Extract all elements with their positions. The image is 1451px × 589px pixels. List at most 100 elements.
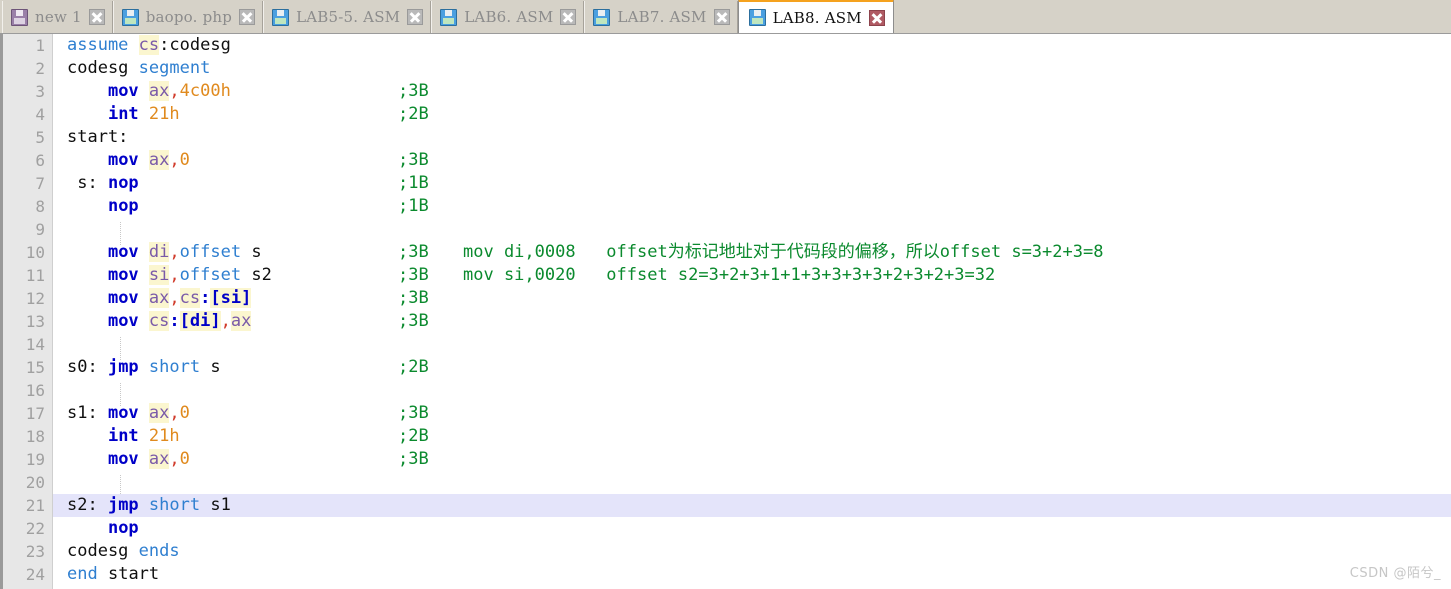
token-keyword: ends [138, 541, 180, 561]
token-punct: , [169, 288, 180, 308]
floppy-disk-icon [593, 8, 611, 26]
token-number: 0 [179, 403, 190, 423]
code-line[interactable] [53, 471, 1451, 494]
code-line[interactable]: assume cs:codesg [53, 34, 1451, 57]
line-number: 6 [35, 151, 45, 170]
line-number: 18 [25, 427, 45, 446]
token-mnemonic: jmp [107, 495, 139, 515]
code-line[interactable]: mov si,offset s2 ;3B mov si,0020 offset s2… [53, 264, 1451, 287]
tab-lab7-asm[interactable]: LAB7. ASM [584, 1, 738, 33]
code-line[interactable]: s: nop ;1B [53, 172, 1451, 195]
code-comment: ;3B [398, 288, 429, 308]
code-line-current[interactable]: s2: jmp short s1 [53, 494, 1451, 517]
floppy-disk-icon [748, 9, 766, 26]
line-number: 19 [25, 450, 45, 469]
line-number: 4 [35, 105, 45, 124]
tab-label: new 1 [35, 8, 82, 26]
code-line[interactable]: end start [53, 563, 1451, 586]
token-number: 21h [148, 104, 180, 124]
token-label: start: [67, 127, 129, 147]
code-line[interactable] [53, 218, 1451, 241]
token-mnemonic: int [107, 104, 139, 124]
code-line[interactable]: int 21h ;2B [53, 425, 1451, 448]
line-number: 8 [35, 197, 45, 216]
tab-lab6-asm[interactable]: LAB6. ASM [431, 1, 585, 33]
close-icon[interactable] [407, 9, 424, 25]
code-content[interactable]: assume cs:codesg codesg segment mov ax,4… [53, 34, 1451, 589]
line-number: 23 [25, 542, 45, 561]
code-line[interactable]: mov di,offset s ;3B mov di,0008 offset为标记地… [53, 241, 1451, 264]
token-number: 0 [179, 150, 190, 170]
token-number: 21h [148, 426, 180, 446]
line-number: 12 [25, 289, 45, 308]
code-comment: ;3B [398, 242, 429, 262]
code-line[interactable]: mov ax,0 ;3B [53, 149, 1451, 172]
token-register: si [148, 265, 170, 285]
code-line[interactable]: nop [53, 517, 1451, 540]
line-number: 14 [25, 335, 45, 354]
line-number-gutter: 1 2 3 4 5 6 7 8 9 10 11 12 13 14 15 16 1… [0, 34, 53, 589]
line-number: 2 [35, 59, 45, 78]
tab-lab8-asm[interactable]: LAB8. ASM [737, 0, 894, 33]
close-icon[interactable] [88, 9, 105, 25]
code-line[interactable]: s0: jmp short s ;2B [53, 356, 1451, 379]
code-line[interactable]: start: [53, 126, 1451, 149]
close-icon[interactable] [868, 9, 885, 26]
code-line[interactable] [53, 379, 1451, 402]
code-line[interactable]: mov ax,cs:[si] ;3B [53, 287, 1451, 310]
code-editor[interactable]: 1 2 3 4 5 6 7 8 9 10 11 12 13 14 15 16 1… [0, 34, 1451, 589]
code-line[interactable]: mov ax,4c00h ;3B [53, 80, 1451, 103]
token-label: s0: [67, 357, 108, 377]
token-keyword: segment [138, 58, 211, 78]
close-icon[interactable] [239, 9, 256, 25]
token-memory-operand: [si] [210, 288, 252, 308]
token-punct: , [169, 403, 180, 423]
tab-bar: new 1 baopo. php LAB5-5. ASM LAB6. ASM L… [0, 0, 1451, 34]
floppy-disk-icon [440, 8, 458, 26]
code-line[interactable]: codesg ends [53, 540, 1451, 563]
floppy-disk-icon [11, 8, 28, 26]
code-comment: ;1B [398, 196, 429, 216]
tab-baopo-php[interactable]: baopo. php [112, 1, 264, 33]
token-label: s: [67, 173, 108, 193]
code-comment-note: mov di,0008 offset为标记地址对于代码段的偏移，所以offset… [463, 242, 1104, 262]
code-comment-note: mov si,0020 offset s2=3+2+3+1+1+3+3+3+3+… [463, 265, 996, 285]
line-numbers: 1 2 3 4 5 6 7 8 9 10 11 12 13 14 15 16 1… [26, 34, 45, 586]
token-mnemonic: mov [107, 242, 139, 262]
code-line[interactable]: mov cs:[di],ax ;3B [53, 310, 1451, 333]
token-mnemonic: nop [107, 173, 139, 193]
code-line[interactable]: codesg segment [53, 57, 1451, 80]
code-line[interactable] [53, 333, 1451, 356]
line-number: 10 [25, 243, 45, 262]
token-mnemonic: nop [107, 196, 139, 216]
code-line[interactable]: int 21h ;2B [53, 103, 1451, 126]
token-text: s [251, 242, 262, 262]
token-register: ax [148, 288, 170, 308]
line-number: 3 [35, 82, 45, 101]
token-keyword: offset [179, 265, 242, 285]
token-mnemonic: nop [107, 518, 139, 538]
code-comment: ;2B [398, 104, 429, 124]
line-number: 22 [25, 519, 45, 538]
token-keyword: offset [179, 242, 242, 262]
token-mnemonic: mov [107, 81, 139, 101]
token-punct: , [220, 311, 231, 331]
tab-new-1[interactable]: new 1 [2, 1, 113, 33]
line-number: 20 [25, 473, 45, 492]
token-text: :codesg [159, 35, 231, 55]
tab-lab5-5-asm[interactable]: LAB5-5. ASM [263, 1, 432, 33]
token-mnemonic: mov [107, 150, 139, 170]
code-line[interactable]: mov ax,0 ;3B [53, 448, 1451, 471]
code-line[interactable]: nop ;1B [53, 195, 1451, 218]
line-number: 21 [25, 496, 45, 515]
close-icon[interactable] [713, 9, 730, 25]
code-line[interactable]: s1: mov ax,0 ;3B [53, 402, 1451, 425]
token-register: ax [230, 311, 252, 331]
close-icon[interactable] [560, 9, 577, 25]
